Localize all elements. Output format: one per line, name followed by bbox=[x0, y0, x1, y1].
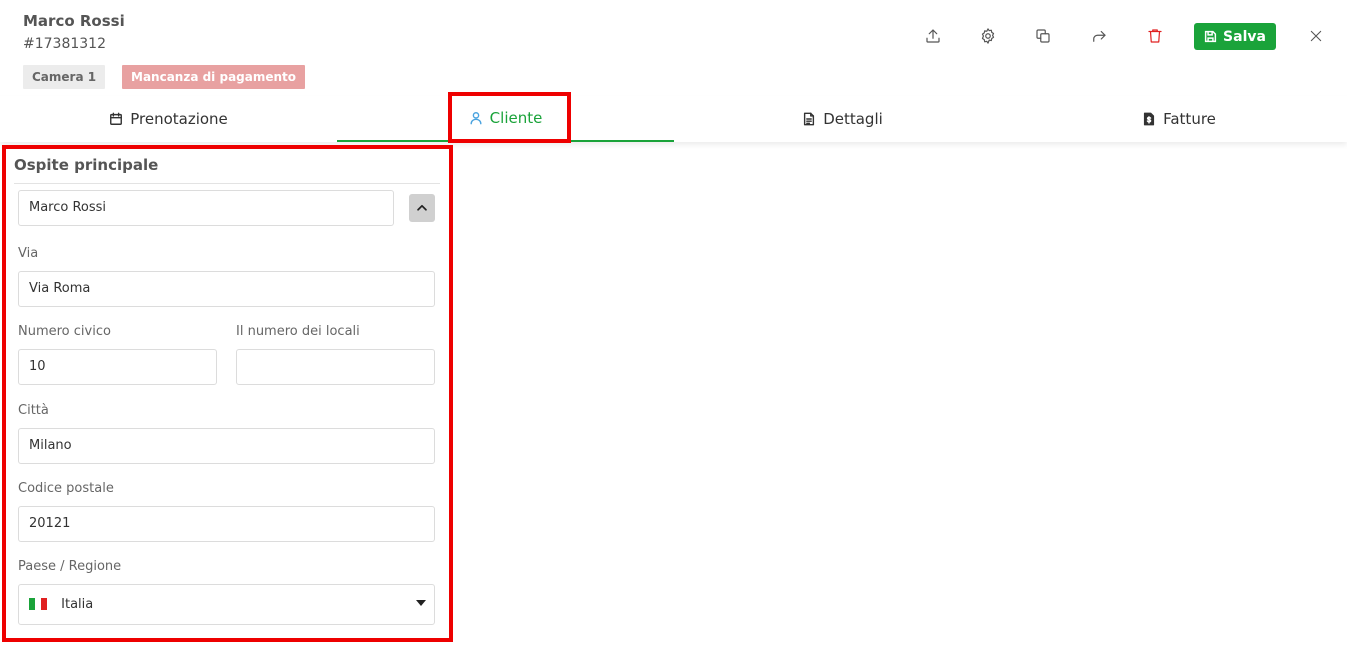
tab-bar: Prenotazione Cliente Dettagli Fatture bbox=[0, 96, 1347, 142]
tab-fatture[interactable]: Fatture bbox=[1011, 96, 1347, 142]
section-divider bbox=[14, 183, 440, 184]
tab-cliente[interactable]: Cliente bbox=[337, 96, 674, 142]
city-label: Città bbox=[18, 403, 49, 418]
trash-icon[interactable] bbox=[1144, 25, 1166, 47]
postal-code-label: Codice postale bbox=[18, 481, 114, 496]
forward-icon[interactable] bbox=[1088, 25, 1110, 47]
user-icon bbox=[470, 112, 482, 125]
tab-dettagli[interactable]: Dettagli bbox=[674, 96, 1011, 142]
street-field[interactable]: Via Roma bbox=[18, 271, 435, 307]
tab-prenotazione[interactable]: Prenotazione bbox=[0, 96, 337, 142]
guest-name: Marco Rossi bbox=[23, 12, 125, 30]
save-icon bbox=[1204, 30, 1217, 43]
guest-select-field[interactable]: Marco Rossi bbox=[18, 190, 394, 226]
country-select[interactable]: Italia bbox=[18, 584, 435, 625]
collapse-button[interactable] bbox=[409, 194, 435, 222]
country-value: Italia bbox=[61, 597, 94, 612]
tab-label: Dettagli bbox=[823, 110, 883, 128]
tab-label: Prenotazione bbox=[130, 110, 228, 128]
booking-id: #17381312 bbox=[23, 36, 106, 52]
upload-icon[interactable] bbox=[922, 25, 944, 47]
tab-label: Fatture bbox=[1163, 110, 1216, 128]
section-title: Ospite principale bbox=[14, 156, 159, 174]
rooms-field[interactable] bbox=[236, 349, 435, 385]
rooms-label: Il numero dei locali bbox=[236, 324, 360, 339]
dropdown-caret-icon bbox=[416, 600, 426, 606]
house-number-label: Numero civico bbox=[18, 324, 111, 339]
postal-code-field[interactable]: 20121 bbox=[18, 506, 435, 542]
tab-label: Cliente bbox=[489, 109, 543, 127]
save-button[interactable]: Salva bbox=[1194, 23, 1276, 50]
city-field[interactable]: Milano bbox=[18, 428, 435, 464]
chevron-up-icon bbox=[417, 204, 427, 211]
copy-icon[interactable] bbox=[1032, 25, 1054, 47]
calendar-icon bbox=[110, 112, 123, 125]
gear-icon[interactable] bbox=[977, 25, 999, 47]
document-icon bbox=[804, 112, 815, 126]
house-number-field[interactable]: 10 bbox=[18, 349, 217, 385]
room-badge: Camera 1 bbox=[23, 65, 106, 89]
invoice-icon bbox=[1144, 112, 1155, 126]
status-badge: Mancanza di pagamento bbox=[122, 65, 306, 89]
italy-flag-icon bbox=[29, 597, 47, 610]
save-button-label: Salva bbox=[1223, 28, 1266, 45]
country-label: Paese / Regione bbox=[18, 559, 122, 574]
close-icon[interactable] bbox=[1305, 25, 1327, 47]
street-label: Via bbox=[18, 246, 39, 261]
